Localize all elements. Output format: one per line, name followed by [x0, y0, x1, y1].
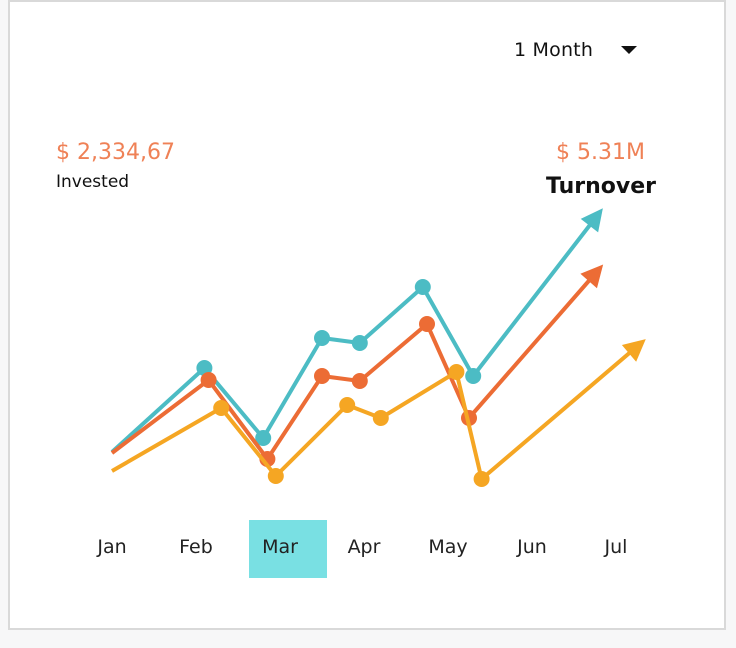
data-point[interactable] — [267, 468, 284, 484]
x-tick-label-jun[interactable]: Jun — [516, 536, 547, 558]
data-point[interactable] — [339, 397, 356, 413]
data-point[interactable] — [448, 364, 465, 380]
x-tick-label-jan[interactable]: Jan — [96, 536, 126, 558]
data-point[interactable] — [351, 335, 368, 351]
x-tick-label-may[interactable]: May — [428, 536, 467, 558]
data-point[interactable] — [213, 400, 230, 416]
data-point[interactable] — [314, 330, 330, 346]
data-point[interactable] — [351, 373, 368, 389]
data-point[interactable] — [200, 372, 217, 388]
data-point[interactable] — [314, 368, 330, 384]
x-tick-label-mar[interactable]: Mar — [262, 536, 298, 558]
data-point[interactable] — [419, 316, 435, 332]
series-line-1 — [110, 211, 601, 454]
data-point[interactable] — [414, 279, 431, 295]
series-line-3 — [111, 341, 643, 481]
data-point[interactable] — [473, 471, 490, 487]
data-point[interactable] — [465, 368, 482, 384]
x-tick-label-apr[interactable]: Apr — [348, 536, 381, 558]
x-tick-label-feb[interactable]: Feb — [179, 536, 213, 558]
arrow-head-icon — [580, 208, 603, 233]
data-point[interactable] — [372, 410, 389, 426]
x-tick-label-jul[interactable]: Jul — [604, 536, 628, 558]
line-chart: Jan Feb Mar Apr May Jun Jul — [96, 208, 646, 578]
